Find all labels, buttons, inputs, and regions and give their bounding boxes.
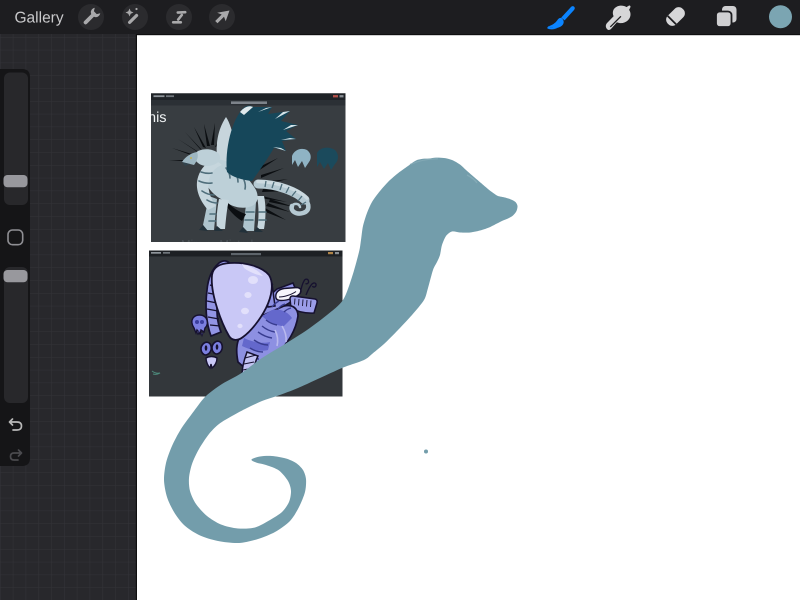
svg-text:Gallery: Gallery [14, 10, 63, 27]
